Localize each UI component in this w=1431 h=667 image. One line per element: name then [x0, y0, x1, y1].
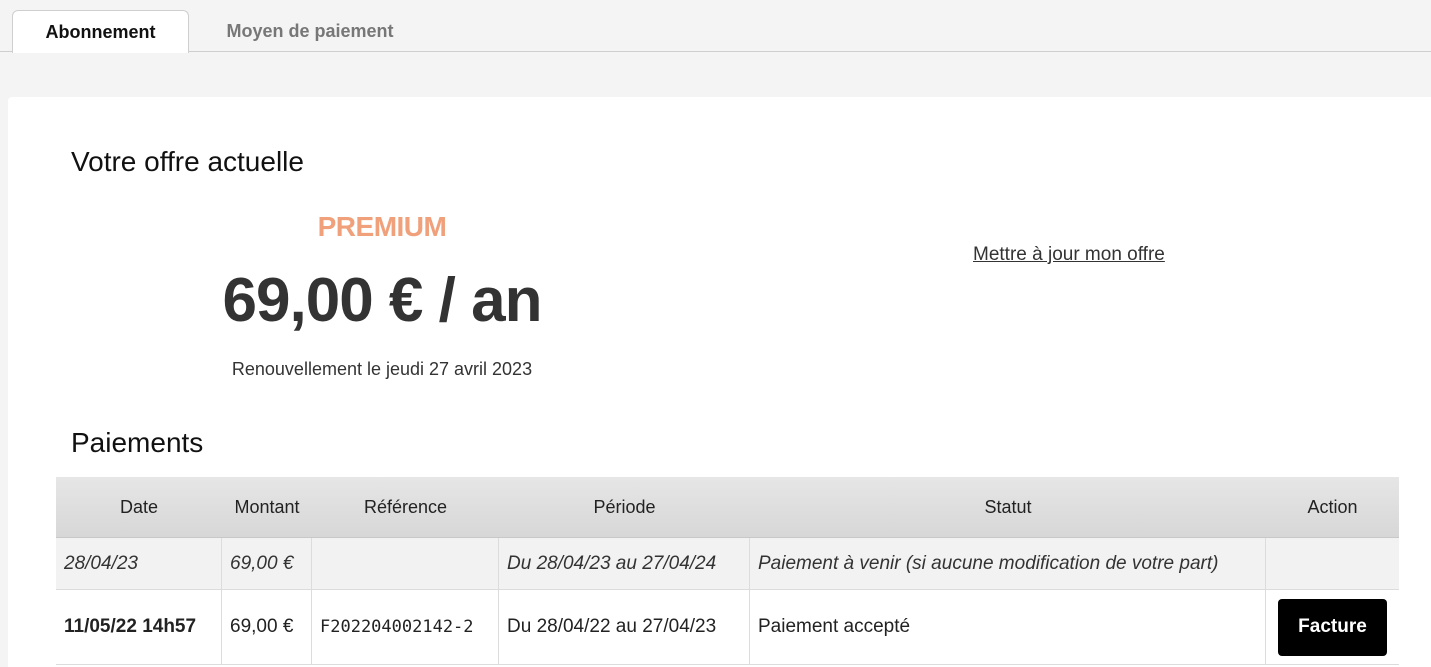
plan-name: PREMIUM: [317, 211, 447, 242]
cell-action: [1266, 538, 1399, 589]
cell-date: 28/04/23: [56, 538, 222, 589]
cell-period: Du 28/04/23 au 27/04/24: [499, 538, 750, 589]
table-header: Date Montant Référence Période Statut Ac…: [56, 477, 1399, 538]
cell-amount: 69,00 €: [222, 590, 312, 664]
tab-abonnement[interactable]: Abonnement: [12, 10, 189, 53]
tab-moyen-de-paiement[interactable]: Moyen de paiement: [210, 10, 410, 52]
column-header-date: Date: [119, 496, 159, 517]
cell-action: Facture: [1266, 590, 1399, 664]
column-header-status: Statut: [984, 496, 1032, 517]
column-header-period: Période: [593, 496, 656, 517]
update-offer-link[interactable]: Mettre à jour mon offre: [973, 244, 1165, 266]
payments-table: Date Montant Référence Période Statut Ac…: [56, 477, 1399, 665]
cell-date: 11/05/22 14h57: [56, 590, 222, 664]
column-header-reference: Référence: [363, 496, 448, 517]
cell-status: Paiement accepté: [750, 590, 1266, 664]
column-header-amount: Montant: [234, 496, 300, 517]
invoice-button[interactable]: Facture: [1278, 598, 1387, 656]
cell-period: Du 28/04/22 au 27/04/23: [499, 590, 750, 664]
renewal-date: Renouvellement le jeudi 27 avril 2023: [231, 359, 533, 379]
payments-title: Paiements: [71, 427, 204, 458]
cell-amount: 69,00 €: [222, 538, 312, 589]
table-row: 11/05/22 14h57 69,00 € F202204002142-2 D…: [56, 590, 1399, 665]
cell-reference: F202204002142-2: [312, 590, 499, 664]
column-header-action: Action: [1307, 496, 1358, 517]
cell-status: Paiement à venir (si aucune modification…: [750, 538, 1266, 589]
cell-reference: [312, 538, 499, 589]
table-row: 28/04/23 69,00 € Du 28/04/23 au 27/04/24…: [56, 538, 1399, 590]
plan-price: 69,00 € / an: [222, 266, 543, 335]
content-card: Votre offre actuelle PREMIUM 69,00 € / a…: [8, 97, 1431, 667]
tab-bar: Abonnement Moyen de paiement: [0, 0, 1431, 53]
current-offer-title: Votre offre actuelle: [71, 146, 304, 177]
